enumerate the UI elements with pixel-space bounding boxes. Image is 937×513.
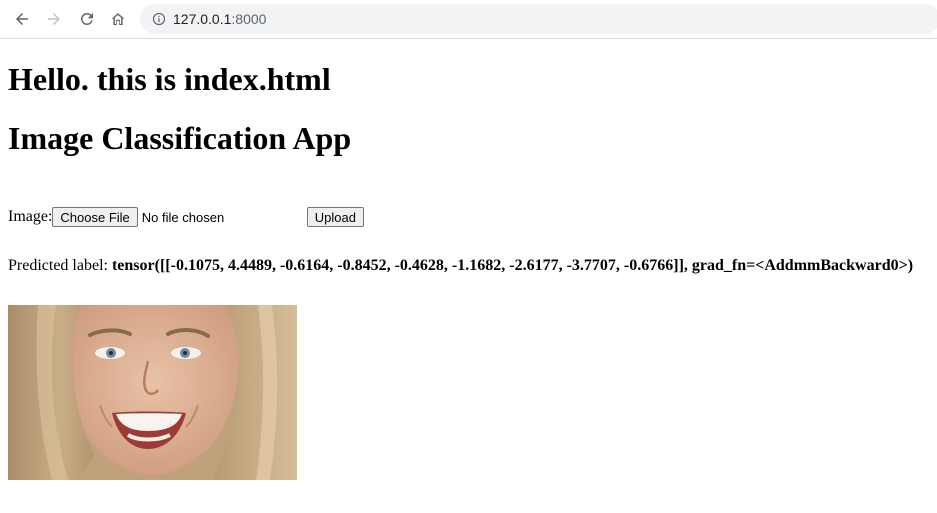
info-icon[interactable] [152, 12, 166, 26]
prediction-value: tensor([[-0.1075, 4.4489, -0.6164, -0.84… [111, 257, 914, 274]
reload-button[interactable] [73, 5, 101, 33]
reload-icon [80, 12, 93, 25]
url-port: :8000 [231, 11, 267, 27]
back-button[interactable] [8, 5, 36, 33]
url-host: 127.0.0.1 [173, 11, 232, 27]
upload-form: Image: Choose File No file chosen Upload [8, 206, 364, 228]
file-status-text: No file chosen [141, 209, 225, 225]
home-icon [111, 13, 125, 25]
forward-arrow-icon [48, 13, 60, 25]
image-label: Image: [8, 208, 53, 225]
choose-file-button[interactable]: Choose File [52, 207, 138, 227]
home-button[interactable] [104, 5, 132, 33]
prediction-label: Predicted label: [8, 257, 108, 274]
portrait-illustration [8, 305, 297, 480]
uploaded-image [8, 305, 297, 480]
upload-button[interactable]: Upload [306, 207, 364, 227]
back-arrow-icon [16, 13, 28, 25]
forward-button[interactable] [40, 5, 68, 33]
prediction-result: Predicted label: tensor([[-0.1075, 4.448… [8, 257, 913, 275]
browser-toolbar: 127.0.0.1:8000 [0, 0, 937, 39]
app-title: Image Classification App [8, 120, 352, 156]
address-bar[interactable]: 127.0.0.1:8000 [140, 4, 937, 34]
page-title: Hello. this is index.html [8, 61, 331, 97]
